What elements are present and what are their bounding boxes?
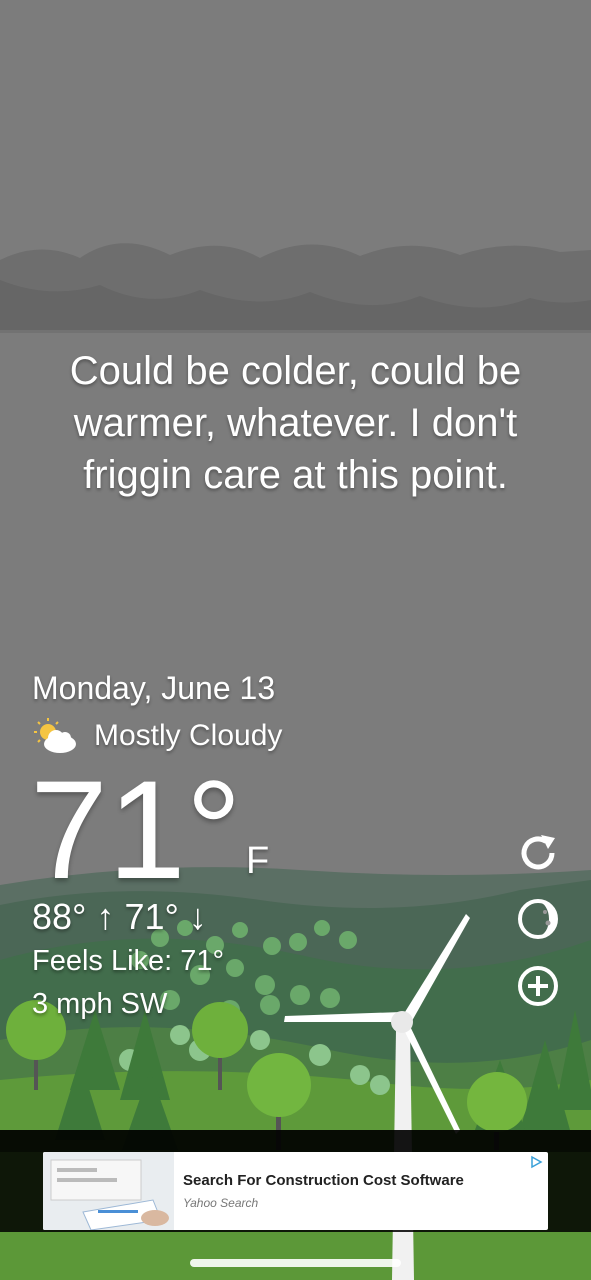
refresh-button[interactable] <box>514 829 562 877</box>
current-temperature: 71° <box>30 751 242 908</box>
weather-quote: Could be colder, could be warmer, whatev… <box>69 349 522 497</box>
ad-thumbnail <box>43 1152 174 1230</box>
home-indicator[interactable] <box>190 1259 401 1267</box>
moon-phase-icon <box>518 899 558 939</box>
wind-speed: 3 mph SW <box>32 988 168 1020</box>
temperature-unit: F <box>246 840 270 882</box>
feels-like: Feels Like: 71° <box>32 945 225 977</box>
add-location-icon <box>518 966 558 1006</box>
ad-banner[interactable]: Search For Construction Cost Software Ya… <box>43 1152 548 1230</box>
refresh-icon <box>521 835 555 870</box>
ad-choices-icon[interactable] <box>528 1154 544 1170</box>
partly-cloudy-icon <box>34 718 76 753</box>
ad-source: Yahoo Search <box>183 1196 259 1210</box>
date-label: Monday, June 13 <box>32 670 276 706</box>
weather-scene-background <box>0 0 591 1280</box>
high-low-temperature: 88° ↑ 71° ↓ <box>32 896 207 937</box>
condition-text: Mostly Cloudy <box>94 719 283 752</box>
add-location-button[interactable] <box>514 962 562 1010</box>
moon-phase-button[interactable] <box>514 895 562 943</box>
ad-title[interactable]: Search For Construction Cost Software <box>183 1172 464 1189</box>
